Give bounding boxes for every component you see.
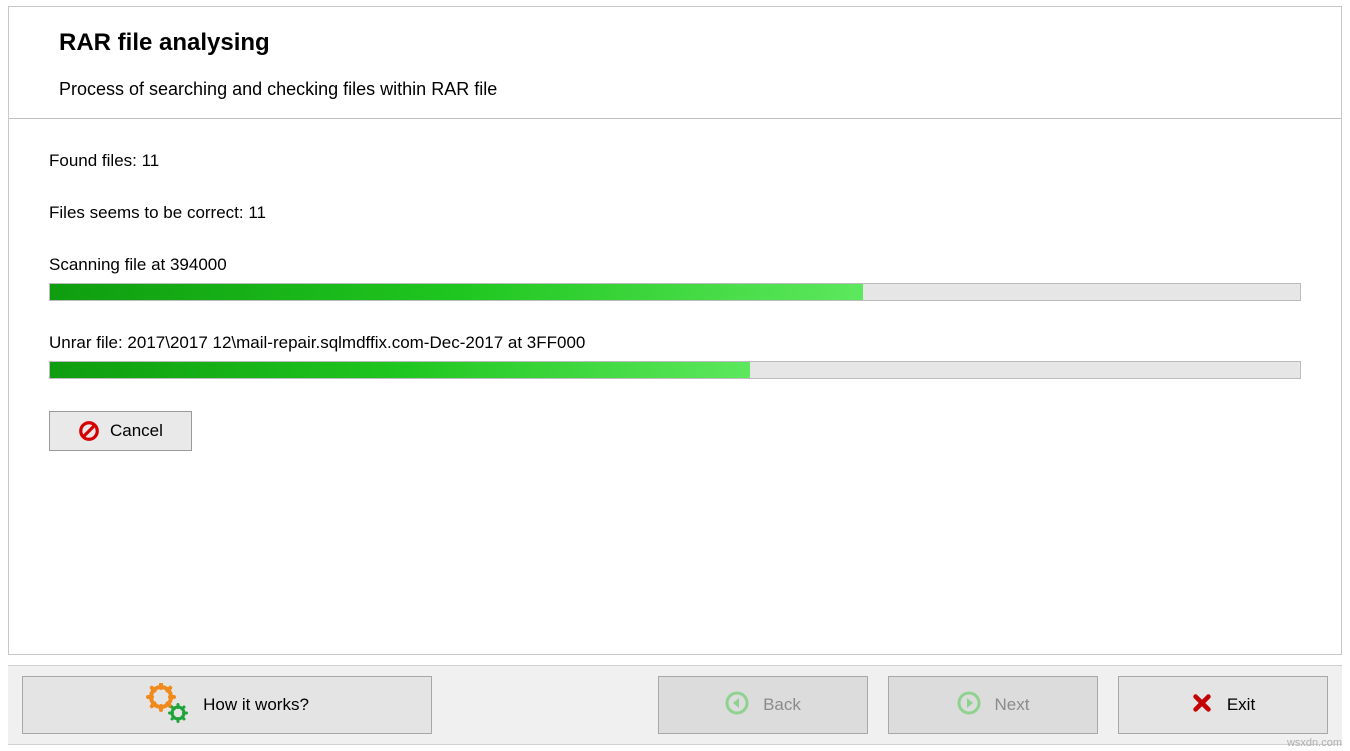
footer-spacer [452, 676, 638, 734]
exit-button[interactable]: Exit [1118, 676, 1328, 734]
header-area: RAR file analysing Process of searching … [9, 7, 1341, 118]
how-it-works-label: How it works? [203, 695, 309, 715]
scanning-progress-label: Scanning file at 394000 [49, 255, 1301, 275]
scanning-progress-group: Scanning file at 394000 [49, 255, 1301, 301]
cancel-button[interactable]: Cancel [49, 411, 192, 451]
footer-bar: How it works? Back Next Exit [8, 665, 1342, 745]
next-button-label: Next [995, 695, 1030, 715]
prohibit-icon [78, 420, 100, 442]
unrar-progress-bar [49, 361, 1301, 379]
correct-files-label: Files seems to be correct: 11 [49, 203, 1301, 223]
back-button-label: Back [763, 695, 801, 715]
found-files-label: Found files: 11 [49, 151, 1301, 171]
page-title: RAR file analysing [59, 29, 1291, 57]
main-panel: RAR file analysing Process of searching … [8, 6, 1342, 655]
content-area: Found files: 11 Files seems to be correc… [9, 119, 1341, 451]
watermark: wsxdn.com [1287, 737, 1342, 749]
close-icon [1191, 692, 1213, 719]
exit-button-label: Exit [1227, 695, 1255, 715]
scanning-progress-fill [50, 284, 863, 300]
cancel-button-label: Cancel [110, 421, 163, 441]
scanning-progress-bar [49, 283, 1301, 301]
how-it-works-button[interactable]: How it works? [22, 676, 432, 734]
next-button[interactable]: Next [888, 676, 1098, 734]
arrow-right-circle-icon [957, 691, 981, 720]
gears-icon [145, 683, 189, 728]
unrar-progress-fill [50, 362, 750, 378]
page-subtitle: Process of searching and checking files … [59, 79, 1291, 100]
unrar-progress-group: Unrar file: 2017\2017 12\mail-repair.sql… [49, 333, 1301, 379]
unrar-progress-label: Unrar file: 2017\2017 12\mail-repair.sql… [49, 333, 1301, 353]
arrow-left-circle-icon [725, 691, 749, 720]
back-button[interactable]: Back [658, 676, 868, 734]
